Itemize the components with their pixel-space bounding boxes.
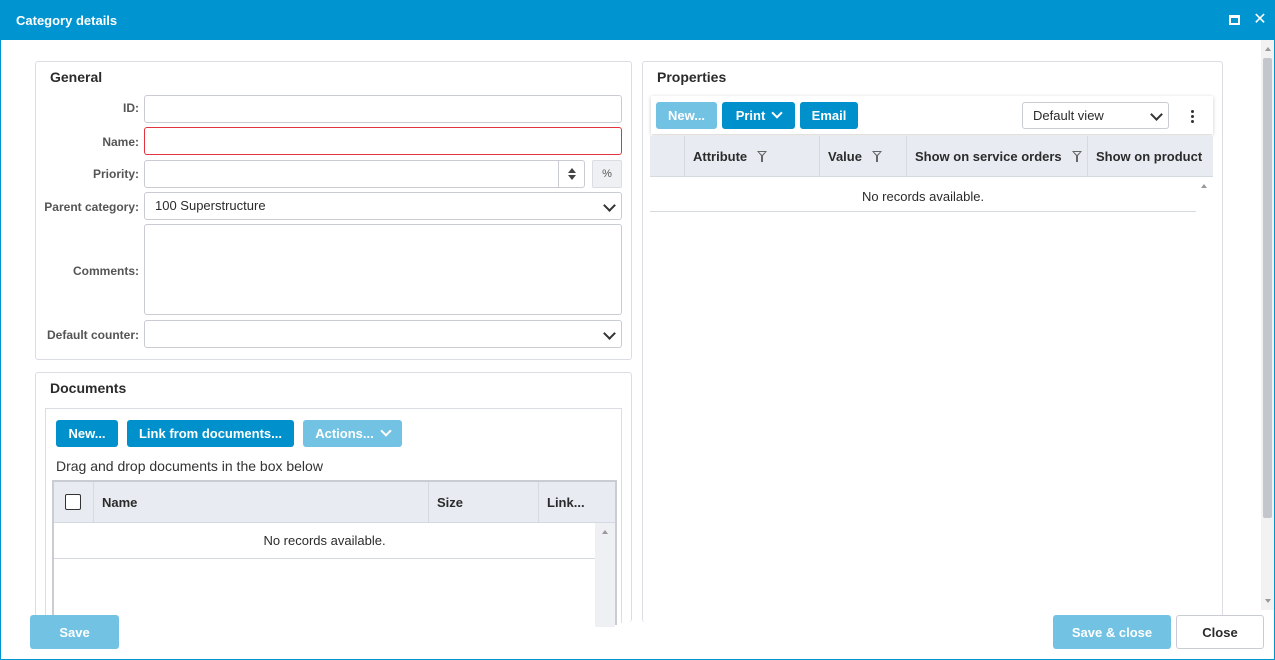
- name-label: Name:: [102, 135, 139, 149]
- scroll-thumb[interactable]: [1263, 58, 1272, 518]
- properties-scrollbar[interactable]: [1196, 177, 1213, 623]
- parent-category-select[interactable]: 100 Superstructure: [144, 192, 622, 220]
- properties-select-cell: [650, 136, 685, 176]
- view-select[interactable]: Default view: [1022, 102, 1169, 129]
- column-attribute-label: Attribute: [693, 148, 748, 164]
- documents-area: New... Link from documents... Actions...…: [45, 408, 622, 627]
- documents-row-divider: [54, 558, 595, 559]
- save-button[interactable]: Save: [30, 615, 119, 649]
- column-header-show-on-product[interactable]: Show on product: [1087, 136, 1213, 176]
- window-title: Category details: [16, 13, 118, 28]
- column-header-name[interactable]: Name: [93, 482, 429, 522]
- default-counter-label: Default counter:: [46, 328, 139, 342]
- print-label: Print: [735, 108, 766, 123]
- column-header-link[interactable]: Link...: [538, 482, 595, 522]
- chevron-down-icon: [603, 327, 616, 340]
- drag-drop-hint: Drag and drop documents in the box below: [56, 458, 323, 474]
- documents-scrollbar[interactable]: [595, 523, 615, 627]
- scroll-up-icon[interactable]: [1265, 47, 1271, 51]
- parent-category-value: 100 Superstructure: [155, 198, 266, 213]
- column-header-value[interactable]: Value: [819, 136, 906, 176]
- scroll-down-icon[interactable]: [1265, 599, 1271, 603]
- column-product-label: Show on product: [1096, 148, 1203, 164]
- chevron-down-icon: [1150, 108, 1163, 121]
- id-label: ID:: [123, 101, 139, 115]
- properties-toolbar: New... Print Email Default view: [651, 96, 1213, 134]
- column-service-orders-label: Show on service orders: [915, 148, 1062, 164]
- maximize-icon[interactable]: [1226, 11, 1242, 29]
- column-header-attribute[interactable]: Attribute: [684, 136, 820, 176]
- documents-title: Documents: [50, 380, 127, 396]
- priority-field[interactable]: [144, 160, 585, 188]
- parent-category-label: Parent category:: [44, 200, 139, 214]
- properties-new-button[interactable]: New...: [656, 102, 717, 129]
- comments-label: Comments:: [72, 264, 139, 278]
- percent-addon: %: [592, 160, 622, 188]
- window-titlebar: Category details ✕: [0, 0, 1275, 40]
- email-button[interactable]: Email: [800, 102, 858, 129]
- name-field[interactable]: [144, 127, 622, 155]
- properties-title: Properties: [657, 69, 727, 85]
- general-panel: General ID: Name: Priority: % Parent cat…: [35, 61, 632, 360]
- priority-stepper[interactable]: [558, 161, 584, 187]
- column-size-label: Size: [437, 494, 464, 510]
- close-button[interactable]: Close: [1176, 615, 1264, 649]
- documents-panel: Documents New... Link from documents... …: [35, 372, 632, 627]
- save-and-close-button[interactable]: Save & close: [1053, 615, 1171, 649]
- column-value-label: Value: [828, 148, 862, 164]
- more-options-icon[interactable]: [1190, 110, 1194, 123]
- chevron-down-icon: [380, 425, 392, 437]
- column-header-size[interactable]: Size: [428, 482, 538, 522]
- stepper-down-icon[interactable]: [567, 175, 576, 180]
- priority-label: Priority:: [92, 167, 139, 181]
- column-link-label: Link...: [547, 494, 585, 510]
- properties-grid-header: Attribute Value Show on service orders S…: [650, 136, 1213, 177]
- default-counter-select[interactable]: [144, 320, 622, 348]
- filter-icon[interactable]: [1071, 151, 1082, 162]
- documents-grid-header: Name Size Link...: [54, 482, 615, 523]
- documents-actions-button[interactable]: Actions...: [303, 420, 402, 447]
- filter-icon[interactable]: [871, 151, 882, 162]
- view-select-value: Default view: [1033, 108, 1104, 123]
- properties-row-divider: [650, 211, 1196, 212]
- properties-panel: Properties New... Print Email Default vi…: [642, 61, 1223, 623]
- documents-empty-message: No records available.: [263, 533, 386, 548]
- print-button[interactable]: Print: [722, 102, 795, 129]
- select-all-cell: [54, 482, 93, 522]
- chevron-down-icon: [771, 107, 783, 119]
- filter-icon[interactable]: [757, 151, 768, 162]
- column-header-show-on-service-orders[interactable]: Show on service orders: [906, 136, 1088, 176]
- documents-dropzone[interactable]: Name Size Link... No records available.: [52, 480, 617, 627]
- stepper-up-icon[interactable]: [567, 168, 576, 173]
- link-from-documents-button[interactable]: Link from documents...: [127, 420, 294, 447]
- close-icon[interactable]: ✕: [1252, 11, 1268, 29]
- scroll-up-icon[interactable]: [602, 530, 608, 534]
- chevron-down-icon: [603, 199, 616, 212]
- comments-field[interactable]: [144, 224, 622, 315]
- documents-actions-label: Actions...: [315, 426, 374, 441]
- dialog-scrollbar[interactable]: [1261, 40, 1274, 610]
- properties-empty-message: No records available.: [861, 189, 985, 204]
- select-all-checkbox[interactable]: [65, 494, 81, 510]
- id-field[interactable]: [144, 95, 622, 123]
- documents-new-button[interactable]: New...: [56, 420, 118, 447]
- column-name-label: Name: [102, 494, 138, 510]
- general-title: General: [50, 69, 103, 85]
- scroll-up-icon[interactable]: [1201, 184, 1207, 188]
